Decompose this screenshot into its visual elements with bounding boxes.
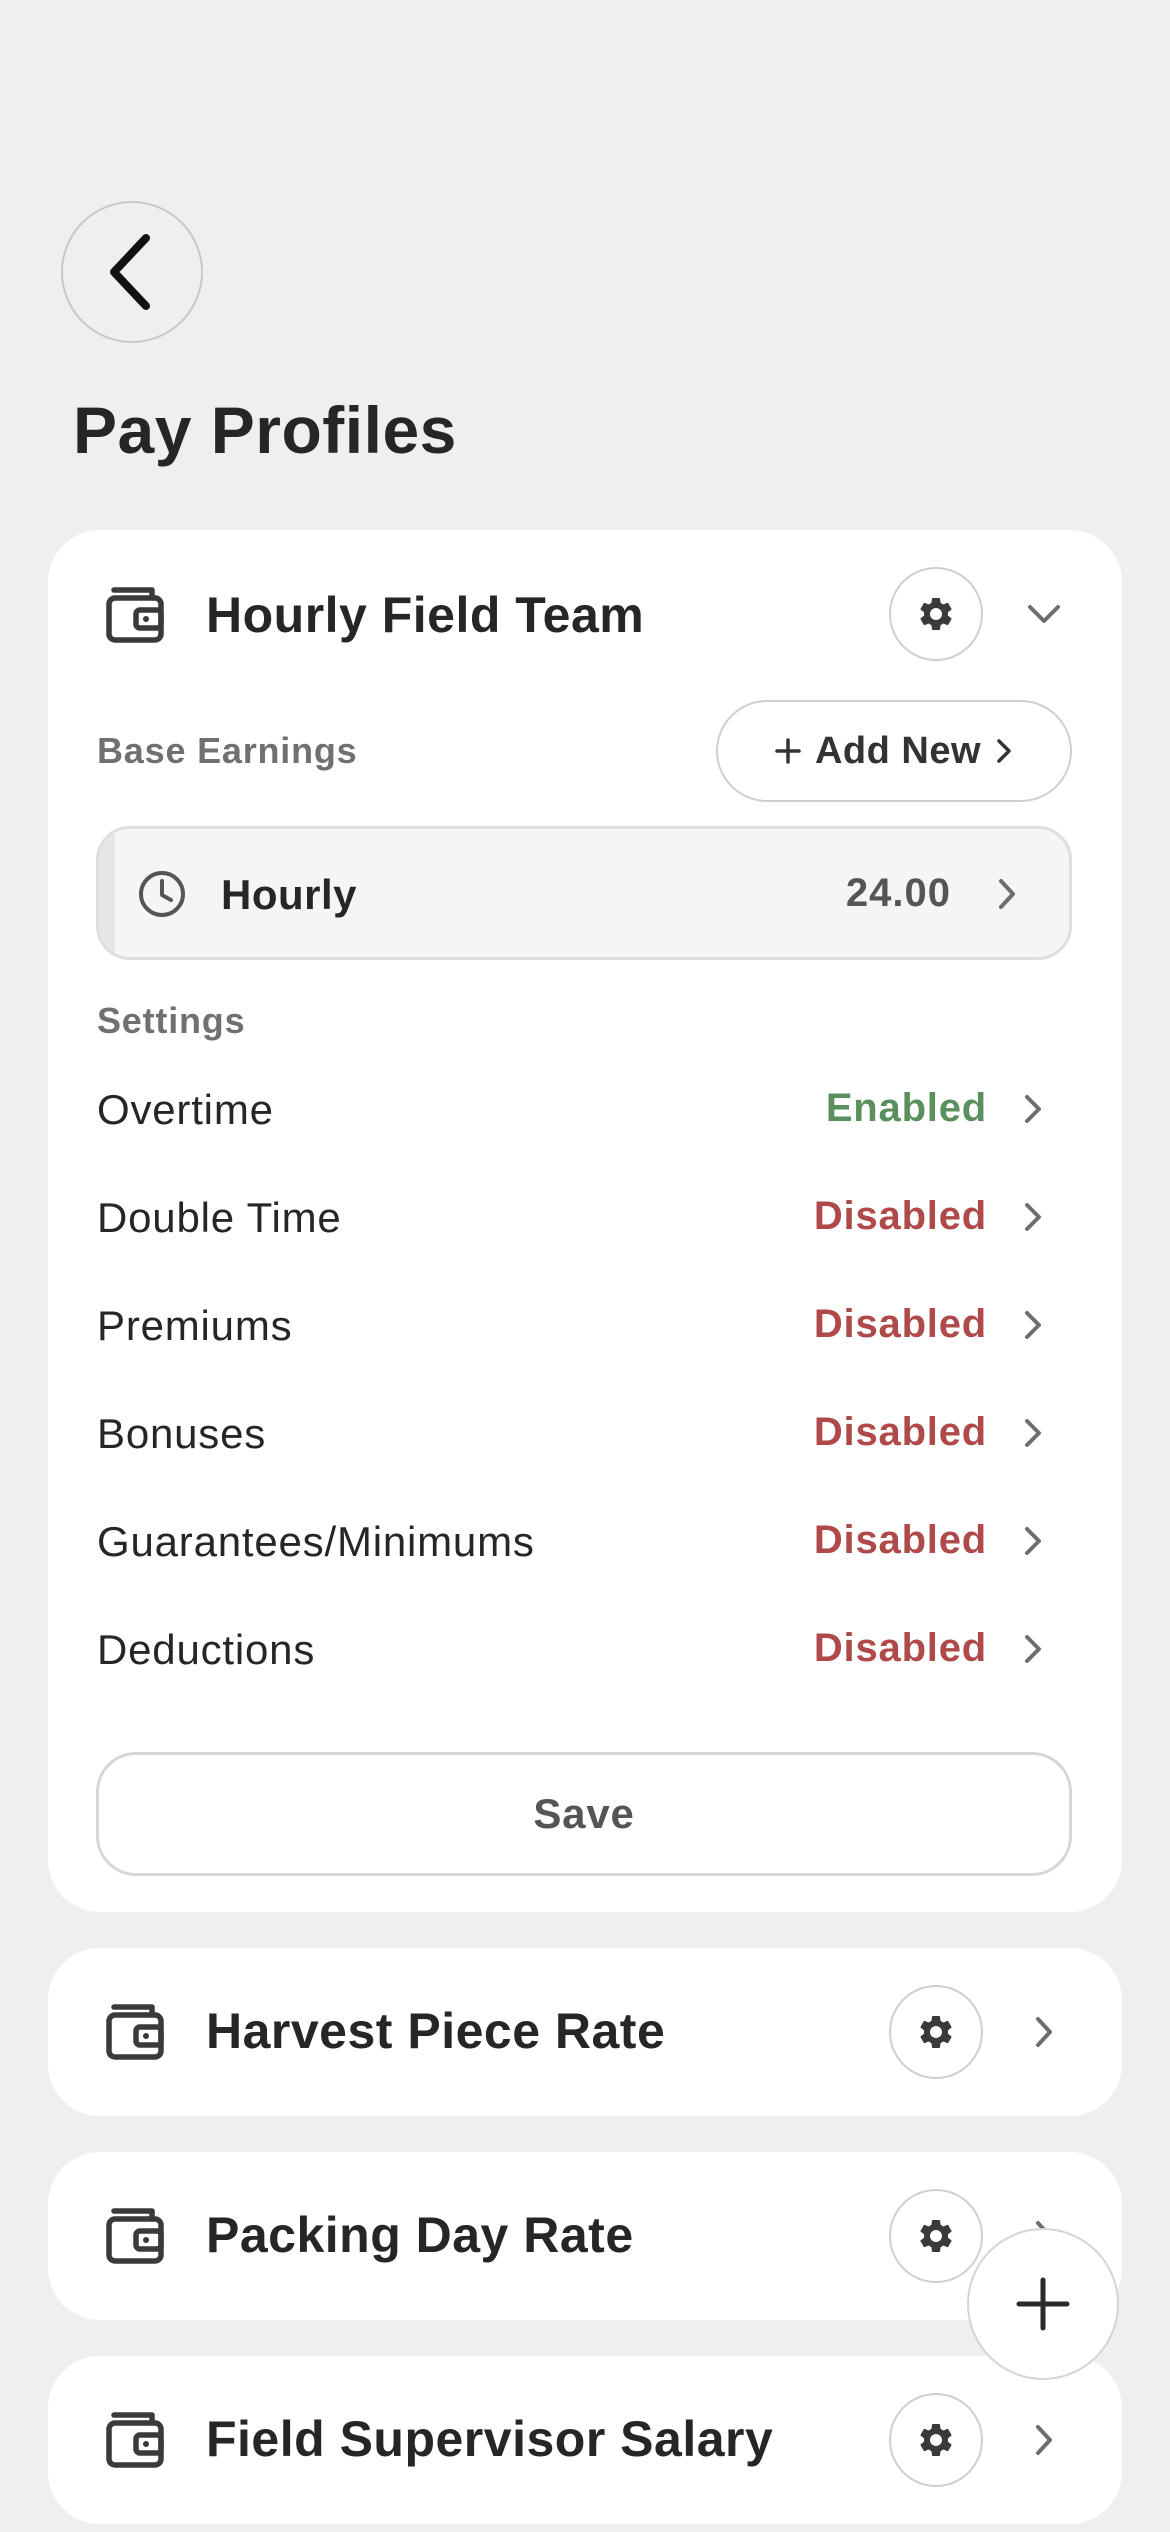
chevron-right-icon xyxy=(1036,2017,1052,2047)
chevron-right-icon xyxy=(1036,2425,1052,2455)
swipe-handle[interactable] xyxy=(99,829,115,957)
back-button[interactable] xyxy=(61,201,203,343)
wallet-icon xyxy=(106,2208,164,2264)
profile-card-field-supervisor-salary[interactable]: Field Supervisor Salary xyxy=(48,2356,1122,2524)
chevron-down-icon xyxy=(1028,605,1060,623)
profile-settings-button[interactable] xyxy=(889,2393,983,2487)
chevron-right-icon xyxy=(1025,1527,1041,1555)
chevron-right-icon xyxy=(999,879,1015,909)
setting-row-overtime[interactable]: Overtime Enabled xyxy=(97,1068,1057,1148)
profile-card-packing-day-rate[interactable]: Packing Day Rate xyxy=(48,2152,1122,2320)
plus-icon xyxy=(775,738,801,764)
chevron-right-icon xyxy=(1025,1095,1041,1123)
profile-settings-button[interactable] xyxy=(889,567,983,661)
profile-card-hourly-field-team: Hourly Field Team Base Earnings Add New … xyxy=(48,530,1122,1912)
setting-label: Premiums xyxy=(97,1302,293,1349)
setting-label: Guarantees/Minimums xyxy=(97,1518,535,1565)
setting-label: Overtime xyxy=(97,1086,274,1133)
chevron-right-icon xyxy=(1025,1203,1041,1231)
profile-title: Hourly Field Team xyxy=(206,587,645,643)
collapse-button[interactable] xyxy=(1014,584,1074,644)
chevron-left-icon xyxy=(110,234,150,310)
settings-label: Settings xyxy=(97,1000,246,1041)
profile-settings-button[interactable] xyxy=(889,1985,983,2079)
setting-row-bonuses[interactable]: Bonuses Disabled xyxy=(97,1392,1057,1472)
chevron-right-icon xyxy=(997,739,1011,763)
profile-settings-button[interactable] xyxy=(889,2189,983,2283)
gear-icon xyxy=(920,2220,952,2252)
open-profile-button[interactable] xyxy=(1014,2002,1074,2062)
base-earnings-label: Base Earnings xyxy=(97,730,358,771)
plus-icon xyxy=(1016,2277,1070,2331)
chevron-right-icon xyxy=(1025,1635,1041,1663)
wallet-icon xyxy=(106,2004,164,2060)
base-earning-row[interactable]: Hourly 24.00 xyxy=(96,826,1072,960)
setting-row-double-time[interactable]: Double Time Disabled xyxy=(97,1176,1057,1256)
clock-icon xyxy=(139,871,185,917)
setting-row-deductions[interactable]: Deductions Disabled xyxy=(97,1608,1057,1688)
base-earning-label: Hourly xyxy=(221,871,358,918)
setting-label: Bonuses xyxy=(97,1410,267,1457)
base-earning-value: 24.00 xyxy=(845,871,951,915)
profile-title: Harvest Piece Rate xyxy=(206,2003,666,2059)
add-profile-button[interactable] xyxy=(967,2228,1119,2380)
profile-card-header[interactable]: Hourly Field Team xyxy=(48,530,1122,698)
wallet-icon xyxy=(106,2412,164,2468)
save-button[interactable]: Save xyxy=(96,1752,1072,1876)
status-badge: Disabled xyxy=(813,1410,987,1454)
add-new-label: Add New xyxy=(814,729,982,772)
status-badge: Enabled xyxy=(825,1086,987,1130)
status-badge: Disabled xyxy=(813,1194,987,1238)
chevron-right-icon xyxy=(1025,1419,1041,1447)
status-badge: Disabled xyxy=(813,1302,987,1346)
setting-row-premiums[interactable]: Premiums Disabled xyxy=(97,1284,1057,1364)
add-new-button[interactable]: Add New xyxy=(716,700,1072,802)
profile-title: Packing Day Rate xyxy=(206,2207,634,2263)
setting-label: Double Time xyxy=(97,1194,342,1241)
status-badge: Disabled xyxy=(813,1626,987,1670)
status-badge: Disabled xyxy=(813,1518,987,1562)
page-title: Pay Profiles xyxy=(73,393,457,467)
setting-row-guarantees-minimums[interactable]: Guarantees/Minimums Disabled xyxy=(97,1500,1057,1580)
gear-icon xyxy=(920,2424,952,2456)
open-profile-button[interactable] xyxy=(1014,2410,1074,2470)
chevron-right-icon xyxy=(1025,1311,1041,1339)
profile-card-harvest-piece-rate[interactable]: Harvest Piece Rate xyxy=(48,1948,1122,2116)
setting-label: Deductions xyxy=(97,1626,316,1673)
wallet-icon xyxy=(106,587,164,643)
gear-icon xyxy=(920,598,952,630)
profile-title: Field Supervisor Salary xyxy=(206,2411,774,2467)
gear-icon xyxy=(920,2016,952,2048)
